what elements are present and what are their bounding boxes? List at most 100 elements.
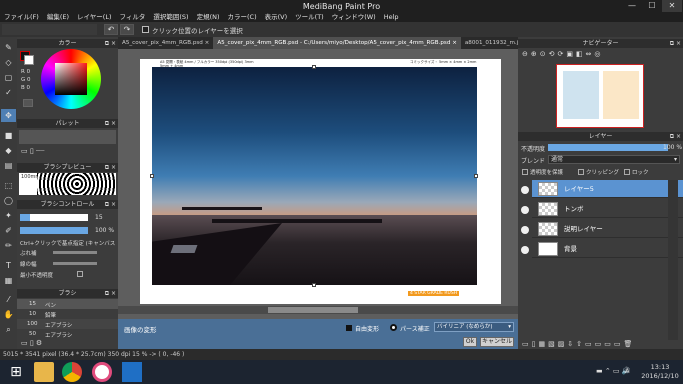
brush-add-icon[interactable]: ▭ ▯ ⚙ bbox=[21, 339, 42, 347]
layer-opacity-slider[interactable] bbox=[548, 144, 668, 151]
menu-ruler[interactable]: 定規(N) bbox=[193, 12, 224, 22]
visibility-icon[interactable] bbox=[521, 206, 529, 214]
brush-list-item[interactable]: 100 エアブラシ bbox=[17, 319, 118, 329]
redo-button[interactable]: ↷ bbox=[120, 24, 134, 35]
layer-toolbar[interactable]: ▭▯▦▧▨⇩⇧▭▭▭▭🗑 bbox=[522, 340, 635, 348]
panel-close-icon[interactable]: ⧉ × bbox=[670, 39, 681, 48]
gradient-tool-icon[interactable]: ▤ bbox=[1, 159, 16, 172]
layer-item-layer5[interactable]: レイヤー5 bbox=[532, 180, 683, 198]
menu-edit[interactable]: 編集(E) bbox=[43, 12, 73, 22]
menu-select[interactable]: 選択範囲(S) bbox=[149, 12, 192, 22]
panel-tool-icon[interactable]: ▦ bbox=[1, 274, 16, 287]
tab-close-icon[interactable]: × bbox=[452, 40, 457, 46]
background-color-swatch[interactable] bbox=[24, 55, 34, 65]
layer-select-label: クリック位置のレイヤーを選択 bbox=[152, 27, 243, 35]
text-tool-icon[interactable]: T bbox=[1, 259, 16, 272]
menu-color[interactable]: カラー(C) bbox=[224, 12, 261, 22]
chrome-icon[interactable] bbox=[62, 362, 82, 382]
layer-item-tonbo[interactable]: トンボ bbox=[532, 200, 683, 218]
tab-cover[interactable]: A5_cover_pix_4mm_RGB.psd × bbox=[118, 37, 213, 49]
select-pen-tool-icon[interactable]: ✐ bbox=[1, 224, 16, 237]
clipping-checkbox[interactable] bbox=[578, 169, 584, 175]
navigator-preview[interactable] bbox=[556, 64, 644, 128]
panel-close-icon[interactable]: ⧉ × bbox=[105, 200, 116, 209]
medibang-icon[interactable] bbox=[92, 362, 112, 382]
sunset-photo[interactable] bbox=[152, 67, 477, 285]
menu-layer[interactable]: レイヤー(L) bbox=[73, 12, 116, 22]
panel-close-icon[interactable]: ⧉ × bbox=[105, 163, 116, 172]
brush-size-slider[interactable] bbox=[20, 214, 88, 221]
ime-indicator[interactable]: A bbox=[625, 367, 629, 375]
eyedropper-tool-icon[interactable]: ⁄ bbox=[1, 293, 16, 306]
brush-list-item[interactable]: 50 エアブラシ bbox=[17, 329, 118, 339]
color-square[interactable] bbox=[55, 63, 87, 95]
ok-button[interactable]: Ok bbox=[463, 337, 477, 347]
free-transform-checkbox[interactable] bbox=[346, 325, 352, 331]
mail-icon[interactable] bbox=[122, 362, 142, 382]
maximize-button[interactable]: ☐ bbox=[642, 0, 662, 12]
panel-close-icon[interactable]: ⧉ × bbox=[105, 39, 116, 48]
layer-item-background[interactable]: 背景 bbox=[532, 240, 683, 258]
horizontal-scrollbar[interactable] bbox=[118, 306, 518, 314]
visibility-icon[interactable] bbox=[521, 226, 529, 234]
brush-list-item[interactable]: 15 ペン bbox=[17, 299, 118, 309]
brush-tool-icon[interactable]: ✓ bbox=[1, 86, 16, 99]
transform-handle-bottom[interactable] bbox=[312, 283, 316, 287]
brush-opacity-slider[interactable] bbox=[20, 227, 88, 234]
hand-tool-icon[interactable]: ✋ bbox=[1, 308, 16, 321]
menu-tool[interactable]: ツール(T) bbox=[291, 12, 328, 22]
visibility-icon[interactable] bbox=[521, 246, 529, 254]
lasso-tool-icon[interactable]: ◯ bbox=[1, 194, 16, 207]
layer-item-description[interactable]: 説明レイヤー bbox=[532, 220, 683, 238]
dot-tool-icon[interactable]: ▢ bbox=[1, 71, 16, 84]
menu-view[interactable]: 表示(V) bbox=[261, 12, 292, 22]
menu-help[interactable]: Help bbox=[380, 12, 403, 22]
panel-close-icon[interactable]: ⧉ × bbox=[105, 289, 116, 298]
interpolation-select[interactable]: バイリニア (なめらか) ▾ bbox=[434, 322, 514, 332]
color-b-value: B 0 bbox=[21, 85, 31, 91]
brush-list-item[interactable]: 10 鉛筆 bbox=[17, 309, 118, 319]
tab-close-icon[interactable]: × bbox=[205, 40, 210, 46]
min-opacity-checkbox[interactable] bbox=[77, 271, 83, 277]
move-tool-icon[interactable]: ✥ bbox=[1, 109, 16, 122]
brush-panel-title: ブラシ bbox=[58, 290, 77, 297]
file-explorer-icon[interactable] bbox=[34, 362, 54, 382]
windows-start-icon[interactable]: ⊞ bbox=[6, 362, 26, 382]
visibility-icon[interactable] bbox=[521, 186, 529, 194]
blur-slider[interactable] bbox=[53, 251, 97, 254]
menu-window[interactable]: ウィンドウ(W) bbox=[328, 12, 380, 22]
palette-add-icon[interactable]: ▭ ▯ ┈┈ bbox=[21, 147, 44, 155]
brush-preview-header: ブラシプレビュー ⧉ × bbox=[17, 163, 118, 172]
undo-button[interactable]: ↶ bbox=[104, 24, 118, 35]
perspective-radio[interactable] bbox=[390, 324, 397, 331]
pen-tool-icon[interactable]: ✎ bbox=[1, 41, 16, 54]
fill-rect-tool-icon[interactable]: ■ bbox=[1, 129, 16, 142]
close-button[interactable]: ✕ bbox=[662, 0, 682, 12]
panel-close-icon[interactable]: ⧉ × bbox=[105, 119, 116, 128]
navigator-toolbar[interactable]: ⊖⊕⊙⟲⟳▣◧⇔◎ bbox=[522, 50, 604, 58]
cancel-button[interactable]: キャンセル bbox=[480, 337, 514, 347]
minimize-button[interactable]: — bbox=[622, 0, 642, 12]
menu-file[interactable]: ファイル(F) bbox=[0, 12, 43, 22]
color-mode-icon[interactable] bbox=[23, 99, 33, 107]
protect-alpha-checkbox[interactable] bbox=[522, 169, 528, 175]
layer-select-checkbox[interactable] bbox=[142, 26, 149, 33]
blend-select[interactable]: 通常 ▾ bbox=[548, 155, 680, 164]
select-eraser-tool-icon[interactable]: ✏ bbox=[1, 239, 16, 252]
eraser-tool-icon[interactable]: ◇ bbox=[1, 56, 16, 69]
transform-handle-top[interactable] bbox=[312, 65, 316, 69]
tab-cover-full[interactable]: A5_cover_pix_4mm_RGB.psd - C:/Users/miyo… bbox=[213, 37, 461, 49]
transform-handle-right[interactable] bbox=[474, 174, 478, 178]
scrollbar-thumb[interactable] bbox=[268, 307, 358, 313]
lock-checkbox[interactable] bbox=[624, 169, 630, 175]
panel-close-icon[interactable]: ⧉ × bbox=[670, 132, 681, 141]
select-tool-icon[interactable]: ⬚ bbox=[1, 179, 16, 192]
bucket-tool-icon[interactable]: ◆ bbox=[1, 144, 16, 157]
palette-area[interactable] bbox=[19, 130, 116, 144]
layer-scrollbar[interactable] bbox=[668, 180, 678, 340]
zoom-tool-icon[interactable]: ⌕ bbox=[1, 323, 16, 336]
magic-wand-tool-icon[interactable]: ✦ bbox=[1, 209, 16, 222]
menu-filter[interactable]: フィルタ bbox=[116, 12, 150, 22]
min-width-slider[interactable] bbox=[53, 262, 97, 265]
transform-handle-left[interactable] bbox=[150, 174, 154, 178]
